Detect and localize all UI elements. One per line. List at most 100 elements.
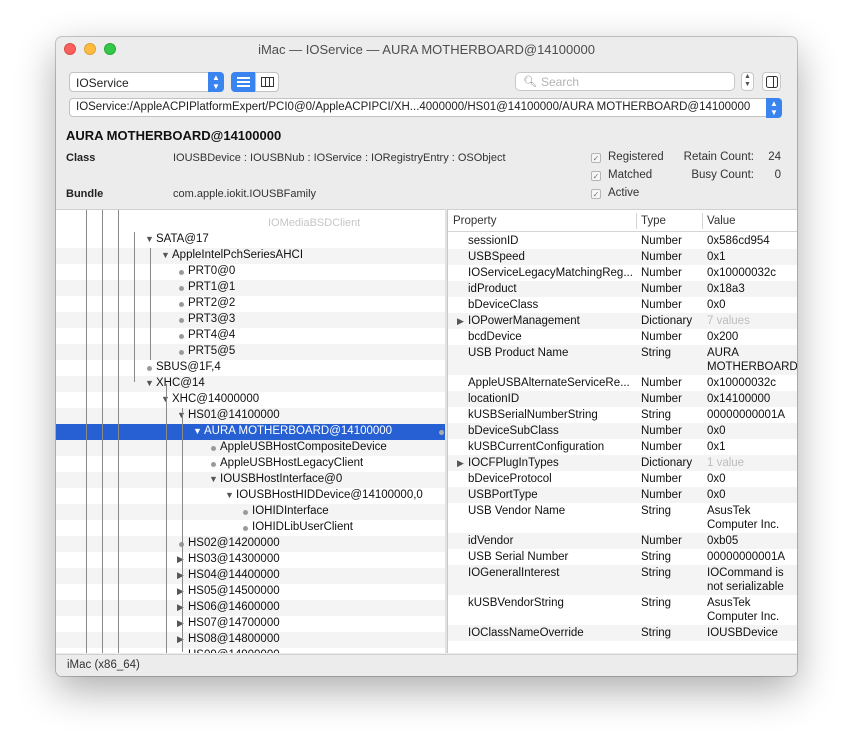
property-value: 1 value [707,457,745,469]
property-row[interactable]: bDeviceProtocol Number 0x0 [448,471,797,487]
tree-row[interactable]: ▶ HS08@14800000 [56,632,445,648]
property-row[interactable]: USB Serial Number String 00000000001A [448,549,797,565]
inspector-toggle-button[interactable] [762,72,781,91]
property-type: Dictionary [641,315,693,327]
disclosure-open-icon[interactable]: ▼ [209,474,218,484]
tree-node-label: HS07@14700000 [188,617,280,629]
property-row[interactable]: kUSBSerialNumberString String 00000000001A [448,407,797,423]
tree-row[interactable]: ▶ HS06@14600000 [56,600,445,616]
property-row[interactable]: bcdDevice Number 0x200 [448,329,797,345]
column-header-type[interactable]: Type [641,215,666,227]
tree-row[interactable]: ▼ AppleIntelPchSeriesAHCI [56,248,445,264]
tree-row[interactable]: ▼HS01@14100000 [56,408,445,424]
property-value: 0x0 [707,425,726,437]
property-row[interactable]: locationID Number 0x14100000 [448,391,797,407]
property-row[interactable]: kUSBVendorString String AsusTek Computer I… [448,595,797,625]
property-row[interactable]: USBSpeed Number 0x1 [448,249,797,265]
property-row[interactable]: idProduct Number 0x18a3 [448,281,797,297]
property-row[interactable]: kUSBCurrentConfiguration Number 0x1 [448,439,797,455]
property-row[interactable]: idVendor Number 0xb05 [448,533,797,549]
property-row[interactable]: USBPortType Number 0x0 [448,487,797,503]
tree-row[interactable]: ▼ IOUSBHostHIDDevice@14100000,0 [56,488,445,504]
property-name: USB Serial Number [468,551,569,563]
property-row[interactable]: bDeviceClass Number 0x0 [448,297,797,313]
tree-row[interactable]: ▶ HS07@14700000 [56,616,445,632]
property-row[interactable]: sessionID Number 0x586cd954 [448,233,797,249]
tree-row[interactable]: IOHIDInterface [56,504,445,520]
property-value: IOUSBDevice [707,627,778,639]
title-bar[interactable]: iMac — IOService — AURA MOTHERBOARD@1410… [56,37,797,61]
tree-row[interactable]: ▶ HS04@14400000 [56,568,445,584]
tree-row[interactable]: PRT0@0 [56,264,445,280]
property-row[interactable]: IOServiceLegacyMatchingReg... Number 0x100… [448,265,797,281]
leaf-dot-icon [179,334,184,339]
tree-row[interactable]: PRT4@4 [56,328,445,344]
tree-node-label: PRT5@5 [188,345,236,357]
property-type: Number [641,235,682,247]
property-row[interactable]: USB Product Name String AURA MOTHERBOARD [448,345,797,375]
tree-row[interactable]: PRT2@2 [56,296,445,312]
window-title: iMac — IOService — AURA MOTHERBOARD@1410… [258,42,595,57]
column-view-button[interactable] [255,72,279,92]
disclosure-closed-icon[interactable]: ▶ [457,458,464,469]
disclosure-open-icon[interactable]: ▼ [225,490,234,500]
tree-row[interactable]: IOHIDLibUserClient [56,520,445,536]
property-row[interactable]: bDeviceSubClass Number 0x0 [448,423,797,439]
property-row[interactable]: AppleUSBAlternateServiceRe... Number 0x100… [448,375,797,391]
property-name: USB Product Name [468,347,569,359]
tree-row[interactable]: PRT1@1 [56,280,445,296]
property-row[interactable]: IOGeneralInterest String IOCommand is not … [448,565,797,595]
property-row[interactable]: ▶ IOCFPlugInTypes Dictionary 1 value [448,455,797,471]
tree-guide-line [102,210,103,653]
disclosure-open-icon[interactable]: ▼ [145,378,154,388]
list-view-button[interactable] [231,72,255,92]
retain-count-label: Retain Count: [683,151,754,163]
registry-tree[interactable]: IOMediaBSDClient ▼ SATA@17 ▼ AppleIntelPchSe… [56,209,445,653]
property-name: AppleUSBAlternateServiceRe... [468,377,630,389]
column-header-value[interactable]: Value [707,215,736,227]
tree-row[interactable]: ▼XHC@14000000 [56,392,445,408]
tree-row[interactable]: PRT5@5 [56,344,445,360]
disclosure-open-icon[interactable]: ▼ [161,250,170,260]
search-field[interactable]: 🔍︎ Search [515,72,735,91]
property-value: AsusTek Computer Inc. [707,597,780,623]
tree-guide-line [182,408,183,652]
tree-row[interactable]: ▶ HS03@14300000 [56,552,445,568]
disclosure-open-icon[interactable]: ▼ [145,234,154,244]
column-header-property[interactable]: Property [453,215,496,227]
matched-checkbox: ✓ [591,171,601,181]
tree-row[interactable]: ▼ XHC@14 [56,376,445,392]
property-value: 00000000001A [707,409,786,421]
tree-row[interactable]: HS09@14900000 [56,648,445,653]
plane-popup[interactable]: IOService ▲ ▼ [69,72,224,92]
search-placeholder: Search [541,75,580,89]
tree-guide-line [86,210,87,653]
leaf-dot-icon [179,318,184,323]
tree-row[interactable]: AppleUSBHostLegacyClient [56,456,445,472]
tree-row[interactable]: AppleUSBHostCompositeDevice [56,440,445,456]
leaf-dot-icon [147,366,152,371]
property-name: bDeviceSubClass [468,425,559,437]
tree-row[interactable]: ▼ AURA MOTHERBOARD@14100000 [56,424,445,440]
tree-row[interactable]: ▶ HS05@14500000 [56,584,445,600]
tree-row[interactable]: ▼ IOUSBHostInterface@0 [56,472,445,488]
search-options-stepper[interactable]: ▲ ▼ [741,72,754,91]
disclosure-open-icon[interactable]: ▼ [193,426,202,436]
tree-row[interactable]: ▼ SATA@17 [56,232,445,248]
path-popup[interactable]: IOService:/AppleACPIPlatformExpert/PCI0@… [69,98,782,118]
tree-row[interactable]: SBUS@1F,4 [56,360,445,376]
sidebar-right-icon [766,76,778,88]
property-row[interactable]: USB Vendor Name String AsusTek Computer In… [448,503,797,533]
tree-row[interactable]: PRT3@3 [56,312,445,328]
tree-node-label: AppleUSBHostCompositeDevice [220,441,387,453]
property-type: String [641,597,672,609]
tree-node-label: HS04@14400000 [188,569,280,581]
property-row[interactable]: ▶ IOPowerManagement Dictionary 7 values [448,313,797,329]
disclosure-closed-icon[interactable]: ▶ [457,316,464,327]
tree-row[interactable]: HS02@14200000 [56,536,445,552]
property-row[interactable]: IOClassNameOverride String IOUSBDevice [448,625,797,641]
tree-guide-line [118,210,119,653]
chevron-updown-icon: ▲ ▼ [208,72,224,92]
active-label: Active [608,187,640,199]
property-table[interactable]: Property Type Value sessionID Number 0x586… [447,209,797,653]
